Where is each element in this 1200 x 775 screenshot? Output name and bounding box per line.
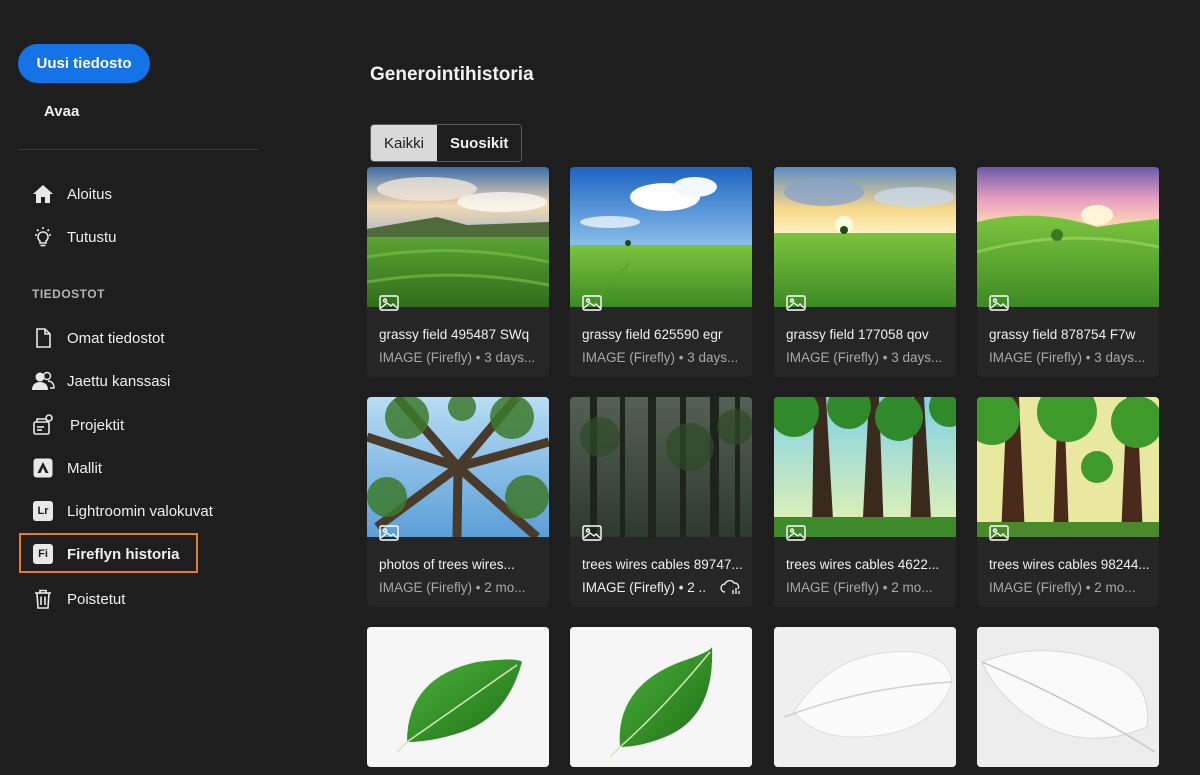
card-title: trees wires cables 89747... [582,557,743,572]
section-label-files: TIEDOSTOT [32,287,105,301]
image-card[interactable]: grassy field 878754 F7w IMAGE (Firefly) … [977,167,1159,377]
image-card[interactable]: trees wires cables 4622... IMAGE (Firefl… [774,397,956,607]
card-title: trees wires cables 4622... [786,557,940,572]
sidebar-item-label: Jaettu kanssasi [67,372,171,390]
image-type-icon [582,295,602,311]
image-type-icon [379,295,399,311]
thumbnail-image [774,627,956,767]
card-meta: IMAGE (Firefly) • 2 mo... [786,580,933,595]
home-icon [30,181,56,207]
card-meta: IMAGE (Firefly) • 3 days... [989,350,1146,365]
lightroom-icon: Lr [30,498,56,524]
image-type-icon [786,295,806,311]
image-card[interactable] [774,627,956,767]
open-link[interactable]: Avaa [44,103,79,120]
tab-all[interactable]: Kaikki [371,125,438,161]
card-title: grassy field 177058 qov [786,327,929,342]
image-type-icon [989,525,1009,541]
image-type-icon [989,295,1009,311]
card-title: grassy field 878754 F7w [989,327,1136,342]
card-meta: IMAGE (Firefly) • 3 days... [379,350,536,365]
document-icon [30,325,56,351]
image-card[interactable] [367,627,549,767]
card-meta: IMAGE (Firefly) • 2 mo... [989,580,1136,595]
sidebar-item-label: Projektit [70,416,125,434]
filter-tabs: Kaikki Suosikit [370,124,523,162]
image-type-icon [786,525,806,541]
image-type-icon [379,525,399,541]
sidebar-item-label: Lightroomin valokuvat [67,502,213,520]
thumbnail-image [977,627,1159,767]
sidebar-item-label: Mallit [67,459,103,477]
thumbnail-image [774,397,956,537]
card-title: grassy field 625590 egr [582,327,723,342]
image-card[interactable]: grassy field 495487 SWq IMAGE (Firefly) … [367,167,549,377]
thumbnail-image [570,167,752,307]
sidebar-item-label: Aloitus [67,185,113,203]
card-meta: IMAGE (Firefly) • 2 mo... [379,580,526,595]
image-type-icon [582,525,602,541]
trash-icon [30,586,56,612]
card-meta: IMAGE (Firefly) • 2 ... [582,580,707,595]
image-card[interactable]: trees wires cables 98244... IMAGE (Firef… [977,397,1159,607]
sidebar-item-shared[interactable]: Jaettu kanssasi [30,366,170,396]
sidebar-item-lightroom[interactable]: Lr Lightroomin valokuvat [30,496,213,526]
thumbnail-image [367,397,549,537]
sidebar-item-label: Tutustu [67,228,117,246]
projects-icon [30,412,56,438]
thumbnail-image [774,167,956,307]
card-title: grassy field 495487 SWq [379,327,530,342]
cloud-sync-icon [720,579,742,595]
thumbnail-image [977,397,1159,537]
templates-icon [30,455,56,481]
image-card[interactable]: grassy field 177058 qov IMAGE (Firefly) … [774,167,956,377]
card-title: trees wires cables 98244... [989,557,1150,572]
sidebar: Uusi tiedosto Avaa Aloitus Tutustu TIEDO… [0,0,280,775]
image-card[interactable]: photos of trees wires... IMAGE (Firefly)… [367,397,549,607]
lightbulb-icon [30,224,56,250]
sidebar-item-discover[interactable]: Tutustu [30,222,116,252]
image-card[interactable] [570,627,752,767]
sidebar-item-deleted[interactable]: Poistetut [30,584,125,614]
sidebar-item-templates[interactable]: Mallit [30,453,102,483]
sidebar-item-home[interactable]: Aloitus [30,179,112,209]
thumbnail-image [367,167,549,307]
selection-highlight-box [19,533,198,573]
thumbnail-image [977,167,1159,307]
thumbnail-image [570,627,752,767]
thumbnail-image [570,397,752,537]
tab-favorites[interactable]: Suosikit [437,125,522,161]
image-card[interactable] [977,627,1159,767]
card-meta: IMAGE (Firefly) • 3 days... [582,350,739,365]
card-meta: IMAGE (Firefly) • 3 days... [786,350,943,365]
people-icon [30,368,56,394]
image-card[interactable]: trees wires cables 89747... IMAGE (Firef… [570,397,752,607]
sidebar-item-label: Poistetut [67,590,126,608]
sidebar-divider [18,149,258,150]
lightroom-badge: Lr [33,501,53,521]
image-card[interactable]: grassy field 625590 egr IMAGE (Firefly) … [570,167,752,377]
page-title: Generointihistoria [370,64,534,85]
sidebar-item-projects[interactable]: Projektit [30,410,124,440]
thumbnail-image [367,627,549,767]
new-file-button[interactable]: Uusi tiedosto [18,44,150,83]
card-title: photos of trees wires... [379,557,515,572]
sidebar-item-label: Omat tiedostot [67,329,165,347]
sidebar-item-my-files[interactable]: Omat tiedostot [30,323,165,353]
